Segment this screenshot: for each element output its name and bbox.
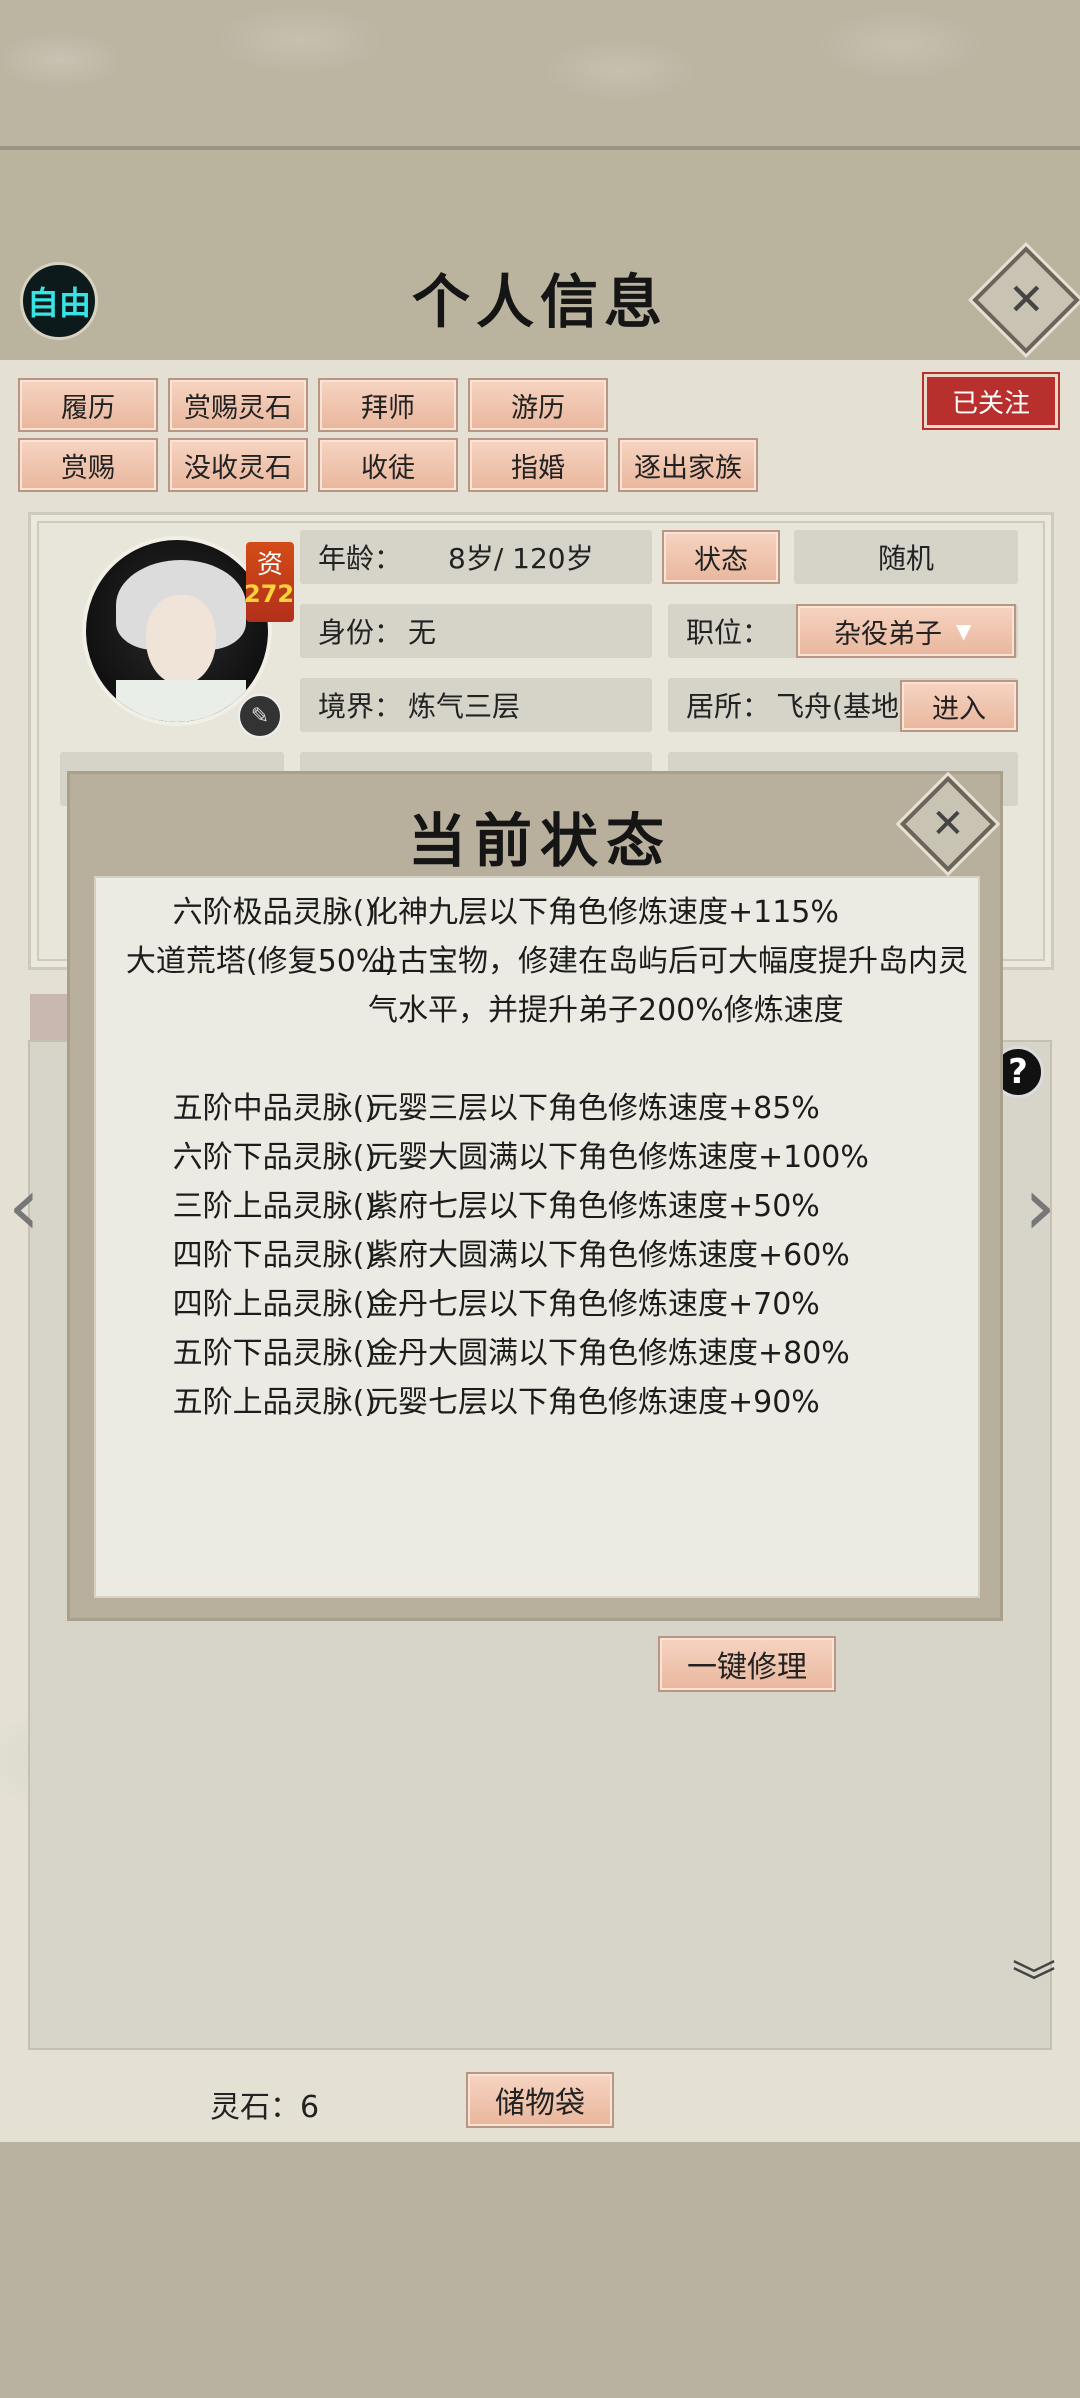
status-name: 六阶极品灵脉() (172, 895, 376, 930)
reward-button[interactable]: 赏赐 (18, 438, 158, 492)
status-effect: 金丹七层以下角色修炼速度+70% (368, 1287, 820, 1322)
status-name: 三阶上品灵脉() (172, 1189, 376, 1224)
identity-field: 身份： 无 (300, 604, 652, 658)
status-effect: 紫府七层以下角色修炼速度+50% (368, 1189, 820, 1224)
position-label: 职位： (686, 616, 771, 649)
avatar[interactable] (82, 536, 272, 726)
list-item: 五阶下品灵脉() 金丹大圆满以下角色修炼速度+80% (96, 1329, 976, 1378)
status-list: 六阶极品灵脉() 化神九层以下角色修炼速度+115% 大道荒塔(修复50%) 上… (94, 876, 980, 1598)
status-button[interactable]: 状态 (662, 530, 780, 584)
list-item: 五阶中品灵脉() 元婴三层以下角色修炼速度+85% (96, 1084, 976, 1133)
age-value: 8岁/ 120岁 (448, 542, 594, 575)
footer-bar (0, 2142, 1080, 2398)
realm-value: 炼气三层 (408, 690, 521, 723)
random-button[interactable]: 随机 (794, 530, 1018, 584)
residence-label: 居所： (686, 690, 771, 723)
aptitude-value: 272 (244, 580, 295, 608)
apprentice-button[interactable]: 拜师 (318, 378, 458, 432)
aptitude-badge: 资 272 (244, 542, 295, 622)
identity-value: 无 (408, 616, 437, 649)
list-item: 三阶上品灵脉() 紫府七层以下角色修炼速度+50% (96, 1182, 976, 1231)
list-item: 四阶上品灵脉() 金丹七层以下角色修炼速度+70% (96, 1280, 976, 1329)
mode-badge[interactable]: 自由 (20, 262, 98, 340)
top-decoration (0, 0, 1080, 150)
status-effect: 上古宝物，修建在岛屿后可大幅度提升岛内灵气水平，并提升弟子200%修炼速度 (368, 944, 968, 1028)
status-name: 四阶下品灵脉() (172, 1238, 376, 1273)
avatar-face (146, 595, 216, 685)
status-name: 五阶下品灵脉() (172, 1336, 376, 1371)
history-button[interactable]: 履历 (18, 378, 158, 432)
status-effect: 元婴三层以下角色修炼速度+85% (368, 1091, 820, 1126)
realm-field: 境界： 炼气三层 (300, 678, 652, 732)
identity-label: 身份： (318, 616, 403, 649)
list-item: 六阶下品灵脉() 元婴大圆满以下角色修炼速度+100% (96, 1133, 976, 1182)
status-name: 大道荒塔(修复50%) (125, 944, 396, 979)
status-effect: 金丹大圆满以下角色修炼速度+80% (368, 1336, 850, 1371)
status-name: 五阶上品灵脉() (172, 1385, 376, 1420)
status-effect: 紫府大圆满以下角色修炼速度+60% (368, 1238, 850, 1273)
list-item: 六阶极品灵脉() 化神九层以下角色修炼速度+115% (96, 888, 976, 937)
age-label: 年龄： (318, 542, 403, 575)
follow-button[interactable]: 已关注 (924, 374, 1058, 428)
one-click-repair-button[interactable]: 一键修理 (658, 1636, 836, 1692)
list-item: 大道荒塔(修复50%) 上古宝物，修建在岛屿后可大幅度提升岛内灵气水平，并提升弟… (96, 937, 976, 1084)
chevron-left-icon[interactable]: ‹ (8, 1160, 40, 1253)
take-disciple-button[interactable]: 收徒 (318, 438, 458, 492)
double-chevron-down-icon[interactable]: ︾ (1012, 1960, 1056, 2005)
status-name: 六阶下品灵脉() (172, 1140, 376, 1175)
status-effect: 元婴大圆满以下角色修炼速度+100% (368, 1140, 869, 1175)
status-effect: 化神九层以下角色修炼速度+115% (368, 895, 839, 930)
confiscate-spirit-stone-button[interactable]: 没收灵石 (168, 438, 308, 492)
position-value: 杂役弟子 (834, 618, 942, 650)
reward-spirit-stone-button[interactable]: 赏赐灵石 (168, 378, 308, 432)
age-field: 年龄： 8岁/ 120岁 (300, 530, 652, 584)
status-name: 五阶中品灵脉() (172, 1091, 376, 1126)
status-name: 四阶上品灵脉() (172, 1287, 376, 1322)
travel-button[interactable]: 游历 (468, 378, 608, 432)
brush-icon[interactable]: ✎ (238, 694, 282, 738)
position-select[interactable]: 杂役弟子 ▼ (796, 604, 1016, 658)
aptitude-label: 资 (256, 550, 283, 580)
chevron-down-icon: ▼ (956, 619, 972, 643)
arrange-marriage-button[interactable]: 指婚 (468, 438, 608, 492)
avatar-robe (116, 680, 246, 722)
list-item: 四阶下品灵脉() 紫府大圆满以下角色修炼速度+60% (96, 1231, 976, 1280)
chevron-right-icon[interactable]: › (1024, 1160, 1056, 1253)
enter-button[interactable]: 进入 (900, 680, 1018, 732)
residence-value: 飞舟(基地 (776, 690, 899, 723)
page-title: 个人信息 (411, 268, 668, 336)
status-effect: 元婴七层以下角色修炼速度+90% (368, 1385, 820, 1420)
spirit-stone-count: 灵石：6 (210, 2090, 320, 2125)
storage-bag-button[interactable]: 储物袋 (466, 2072, 614, 2128)
list-item: 五阶上品灵脉() 元婴七层以下角色修炼速度+90% (96, 1378, 976, 1427)
expel-family-button[interactable]: 逐出家族 (618, 438, 758, 492)
realm-label: 境界： (318, 690, 403, 723)
